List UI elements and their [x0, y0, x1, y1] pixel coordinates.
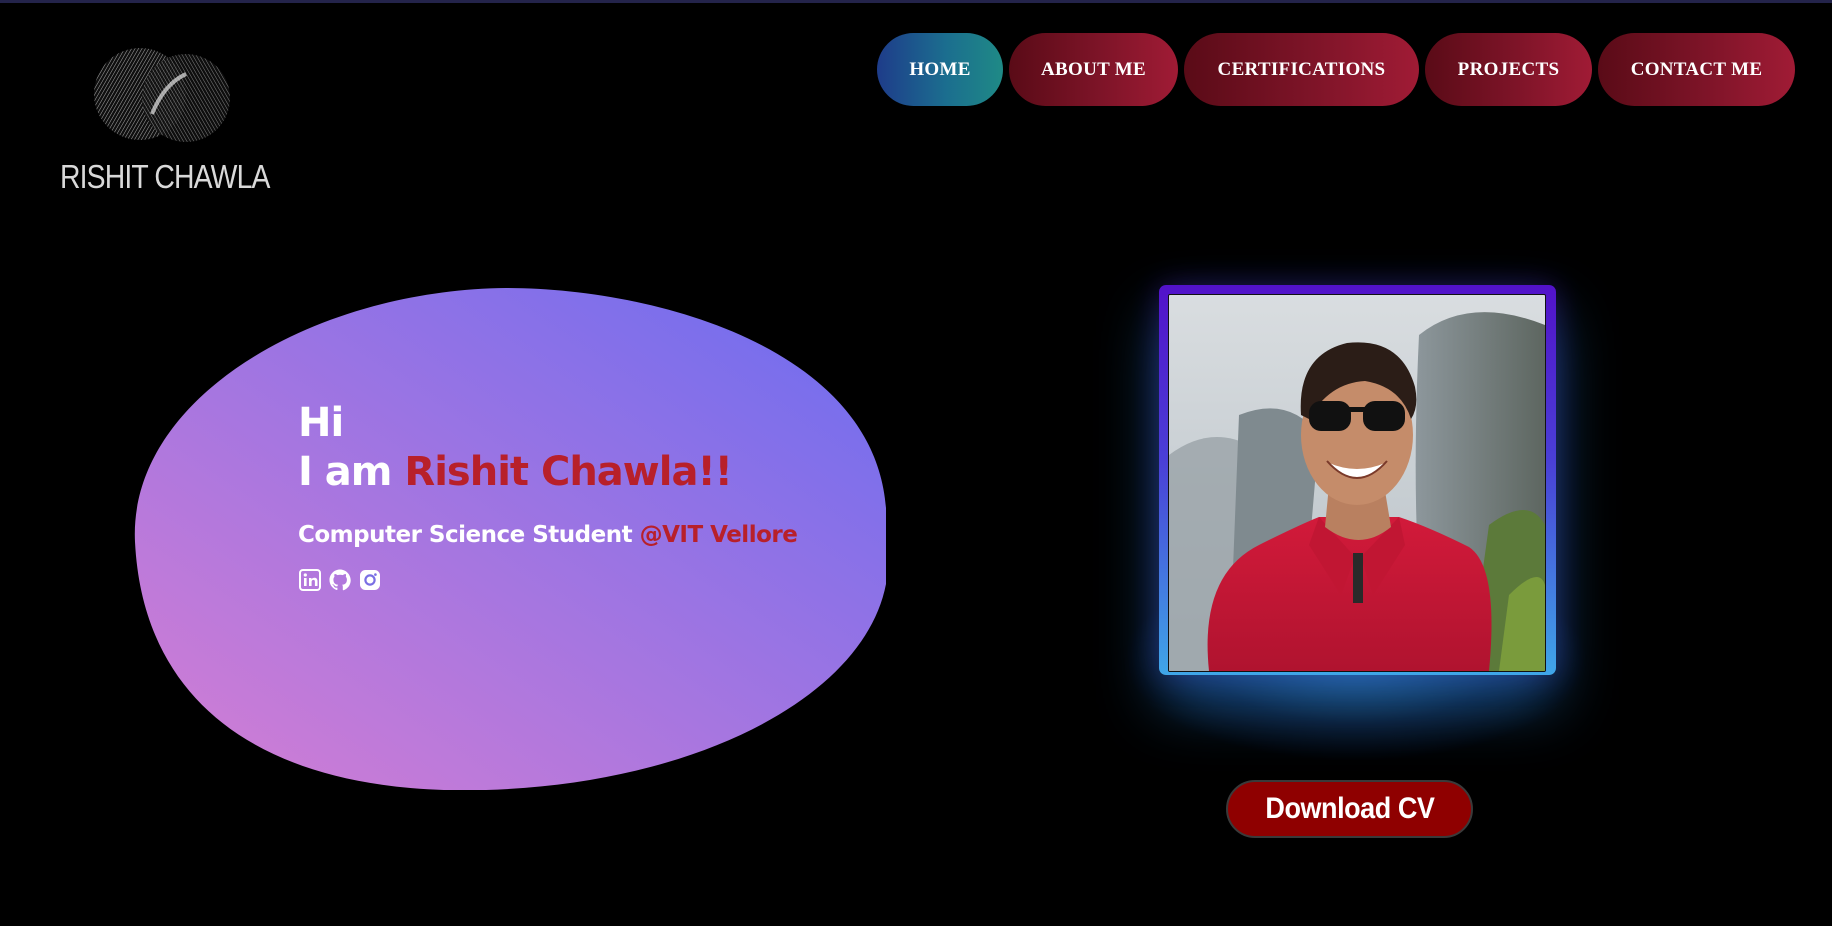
nav-contact-me[interactable]: CONTACT ME [1598, 33, 1795, 106]
github-icon[interactable] [328, 568, 352, 592]
hero-subtitle: Computer Science Student @VIT Vellore [298, 522, 798, 548]
hero-content: Hi I am Rishit Chawla!! Computer Science… [298, 398, 798, 592]
nav-projects[interactable]: PROJECTS [1425, 33, 1592, 106]
nav-about-me[interactable]: ABOUT ME [1009, 33, 1178, 106]
hero-name: Rishit Chawla!! [404, 449, 733, 495]
brand-name: RISHIT CHAWLA [60, 158, 270, 195]
hero-intro: I am Rishit Chawla!! [298, 448, 797, 496]
brand-logo[interactable]: RISHIT CHAWLA [52, 40, 282, 200]
top-border [0, 0, 1832, 3]
profile-photo-frame [1159, 285, 1556, 675]
instagram-icon[interactable] [358, 568, 382, 592]
linkedin-icon[interactable] [298, 568, 322, 592]
download-cv-label: Download CV [1264, 792, 1435, 825]
hero-intro-prefix: I am [298, 449, 405, 495]
hero-subtitle-prefix: Computer Science Student [298, 522, 640, 548]
download-cv-button[interactable]: Download CV [1226, 780, 1473, 838]
interlocking-circles-logo-icon [94, 48, 230, 142]
hero-subtitle-highlight: @VIT Vellore [639, 522, 798, 548]
profile-photo [1168, 294, 1546, 672]
hero-greeting: Hi [298, 400, 344, 446]
nav-home[interactable]: HOME [877, 33, 1003, 106]
nav-certifications[interactable]: CERTIFICATIONS [1184, 33, 1419, 106]
social-links [298, 568, 797, 592]
main-nav: HOME ABOUT ME CERTIFICATIONS PROJECTS CO… [877, 33, 1795, 106]
